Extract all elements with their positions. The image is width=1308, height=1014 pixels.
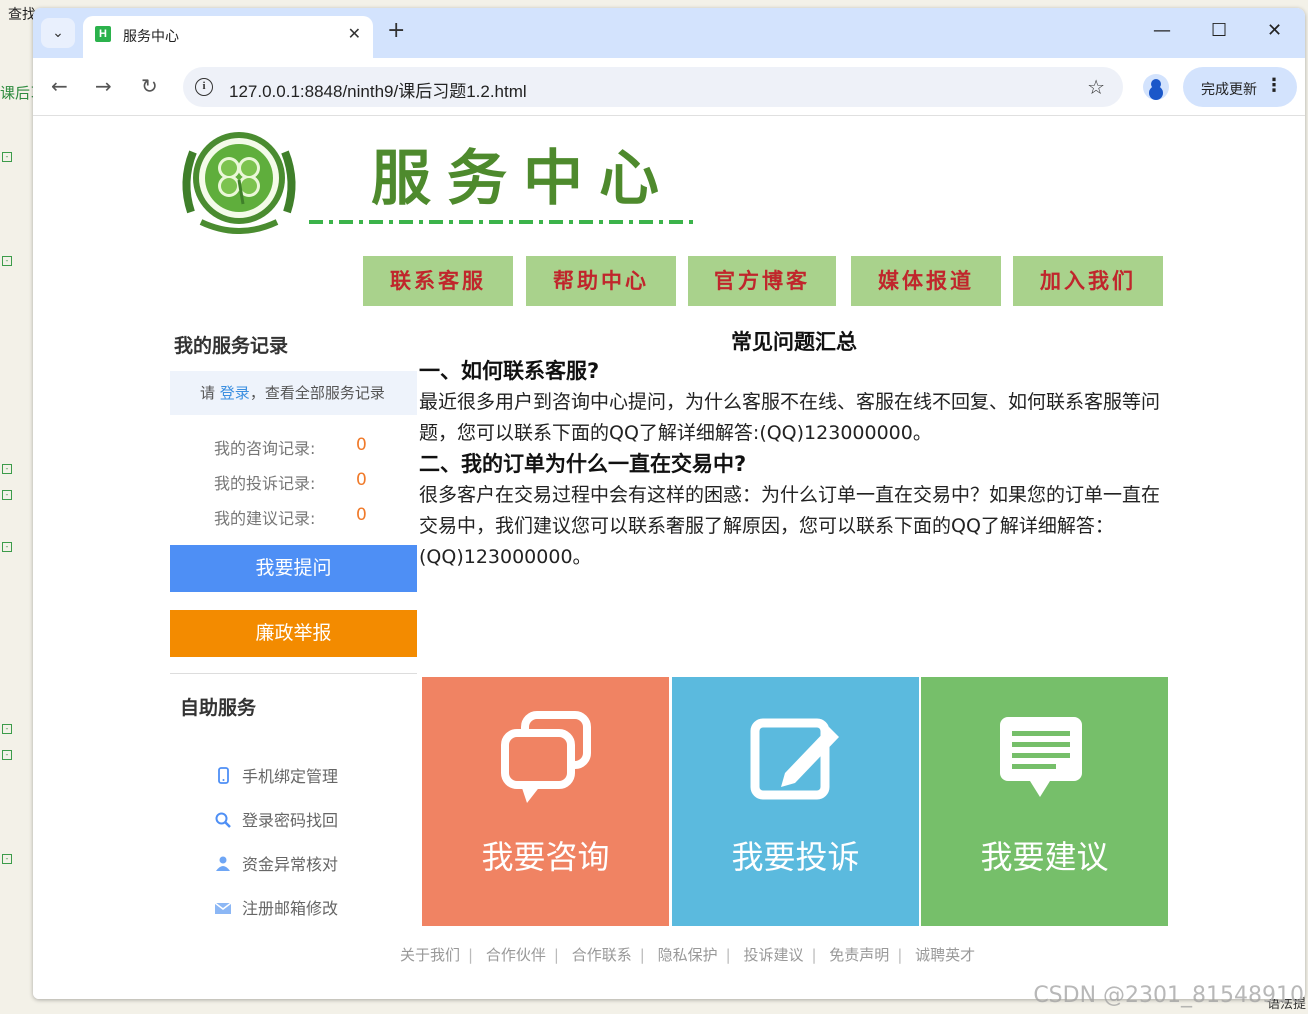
footer-link[interactable]: 合作联系 — [572, 946, 632, 964]
close-icon[interactable]: ✕ — [348, 24, 361, 43]
self-service-label: 注册邮箱修改 — [242, 899, 339, 918]
faq-question: 一、如何联系客服? — [419, 359, 600, 383]
record-value: 0 — [356, 470, 367, 490]
self-service-label: 资金异常核对 — [242, 855, 339, 874]
url-text[interactable]: 127.0.0.1:8848/ninth9/课后习题1.2.html — [229, 77, 527, 102]
page-content: 服务中心 联系客服 帮助中心 官方博客 媒体报道 加入我们 我的服务记录 请 登… — [33, 116, 1305, 999]
record-label: 我的建议记录: — [214, 509, 316, 528]
fold-icon[interactable]: - — [2, 490, 12, 500]
browser-window: ⌄ H 服务中心 ✕ + — ☐ ✕ ← → ↻ i 127.0.0.1:884… — [33, 8, 1305, 999]
self-service-label: 登录密码找回 — [242, 811, 339, 830]
faq-answer: 最近很多用户到咨询中心提问，为什么客服不在线、客服在线不回复、如何联系客服等问题… — [419, 391, 1161, 444]
fold-icon[interactable]: - — [2, 256, 12, 266]
tab-search-button[interactable]: ⌄ — [41, 18, 75, 48]
self-service-title: 自助服务 — [180, 697, 257, 719]
fold-icon[interactable]: - — [2, 464, 12, 474]
faq-question: 二、我的订单为什么一直在交易中? — [419, 452, 747, 476]
self-service-funds[interactable]: 资金异常核对 — [214, 851, 338, 875]
divider — [170, 673, 417, 674]
fold-icon[interactable]: - — [2, 854, 12, 864]
update-button[interactable]: 完成更新 ⋮ — [1183, 67, 1297, 107]
service-records-title: 我的服务记录 — [174, 335, 289, 357]
site-info-icon[interactable]: i — [195, 78, 213, 96]
self-service-password[interactable]: 登录密码找回 — [214, 807, 338, 831]
fold-icon[interactable]: - — [2, 542, 12, 552]
chevron-down-icon: ⌄ — [52, 25, 64, 41]
edit-icon — [750, 718, 839, 800]
profile-avatar-icon[interactable] — [1143, 74, 1169, 100]
login-prompt: 请 登录，查看全部服务记录 — [170, 371, 417, 415]
fold-icon[interactable]: - — [2, 724, 12, 734]
nav-contact-service[interactable]: 联系客服 — [363, 256, 513, 306]
login-suffix: ，查看全部服务记录 — [249, 384, 385, 402]
record-value: 0 — [356, 435, 367, 455]
back-icon[interactable]: ← — [51, 74, 68, 98]
bookmark-star-icon[interactable]: ☆ — [1087, 75, 1105, 99]
login-link[interactable]: 登录 — [220, 384, 250, 402]
clover-logo-icon — [182, 132, 296, 234]
record-label: 我的咨询记录: — [214, 439, 316, 458]
record-label: 我的投诉记录: — [214, 474, 316, 493]
browser-toolbar: ← → ↻ i 127.0.0.1:8848/ninth9/课后习题1.2.ht… — [33, 58, 1305, 116]
menu-dots-icon: ⋮ — [1265, 75, 1283, 96]
footer-link[interactable]: 合作伙伴 — [486, 946, 546, 964]
nav-media-reports[interactable]: 媒体报道 — [851, 256, 1001, 306]
report-integrity-button[interactable]: 廉政举报 — [170, 610, 417, 657]
hbuilder-favicon-icon: H — [95, 26, 111, 42]
login-prefix: 请 — [200, 384, 216, 402]
maximize-icon[interactable]: ☐ — [1211, 20, 1227, 41]
users-icon — [216, 856, 230, 871]
chat-icon — [501, 711, 591, 803]
tile-consult[interactable]: 我要咨询 — [422, 677, 669, 926]
tile-label: 我要咨询 — [481, 838, 610, 876]
phone-icon — [218, 767, 229, 784]
nav-help-center[interactable]: 帮助中心 — [526, 256, 676, 306]
minimize-icon[interactable]: — — [1153, 20, 1171, 41]
message-icon — [1000, 717, 1082, 797]
update-label: 完成更新 — [1201, 82, 1257, 98]
fold-icon[interactable]: - — [2, 152, 12, 162]
tile-label: 我要投诉 — [731, 838, 860, 876]
footer-link[interactable]: 诚聘英才 — [915, 946, 975, 964]
footer-link[interactable]: 投诉建议 — [743, 946, 803, 964]
footer-links: 关于我们 | 合作伙伴 | 合作联系 | 隐私保护 | 投诉建议 | 免责声明 | 诚聘英才 — [400, 946, 976, 964]
nav-join-us[interactable]: 加入我们 — [1013, 256, 1163, 306]
search-icon — [215, 812, 231, 828]
footer-link[interactable]: 关于我们 — [400, 946, 460, 964]
self-service-phone[interactable]: 手机绑定管理 — [214, 763, 338, 787]
tile-suggest[interactable]: 我要建议 — [921, 677, 1168, 926]
ask-question-button[interactable]: 我要提问 — [170, 545, 417, 592]
tab-title: 服务中心 — [123, 29, 179, 45]
address-bar[interactable]: i 127.0.0.1:8848/ninth9/课后习题1.2.html ☆ — [183, 67, 1123, 107]
close-window-icon[interactable]: ✕ — [1267, 20, 1282, 41]
reload-icon[interactable]: ↻ — [141, 74, 158, 98]
tile-complain[interactable]: 我要投诉 — [672, 677, 919, 926]
self-service-label: 手机绑定管理 — [242, 767, 339, 786]
nav-official-blog[interactable]: 官方博客 — [688, 256, 836, 306]
title-underline — [309, 220, 699, 224]
footer-link[interactable]: 隐私保护 — [658, 946, 718, 964]
tab-bar: ⌄ H 服务中心 ✕ + — ☐ ✕ — [33, 8, 1305, 58]
faq-title: 常见问题汇总 — [731, 330, 857, 354]
tile-label: 我要建议 — [980, 838, 1109, 876]
watermark: CSDN @2301_81548910 — [1033, 983, 1304, 1008]
fold-icon[interactable]: - — [2, 750, 12, 760]
forward-icon[interactable]: → — [95, 74, 112, 98]
mail-icon — [214, 902, 232, 914]
footer-link[interactable]: 免责声明 — [829, 946, 889, 964]
faq-section: 常见问题汇总 一、如何联系客服? 最近很多用户到咨询中心提问，为什么客服不在线、… — [419, 326, 1169, 573]
tab-active[interactable]: H 服务中心 ✕ — [83, 16, 373, 58]
faq-answer: 很多客户在交易过程中会有这样的困惑：为什么订单一直在交易中？如果您的订单一直在交… — [419, 484, 1161, 568]
self-service-email[interactable]: 注册邮箱修改 — [214, 895, 338, 919]
bg-menu-text: 查找 — [8, 7, 36, 23]
site-title: 服务中心 — [371, 144, 675, 214]
new-tab-button[interactable]: + — [387, 18, 405, 43]
record-value: 0 — [356, 505, 367, 525]
